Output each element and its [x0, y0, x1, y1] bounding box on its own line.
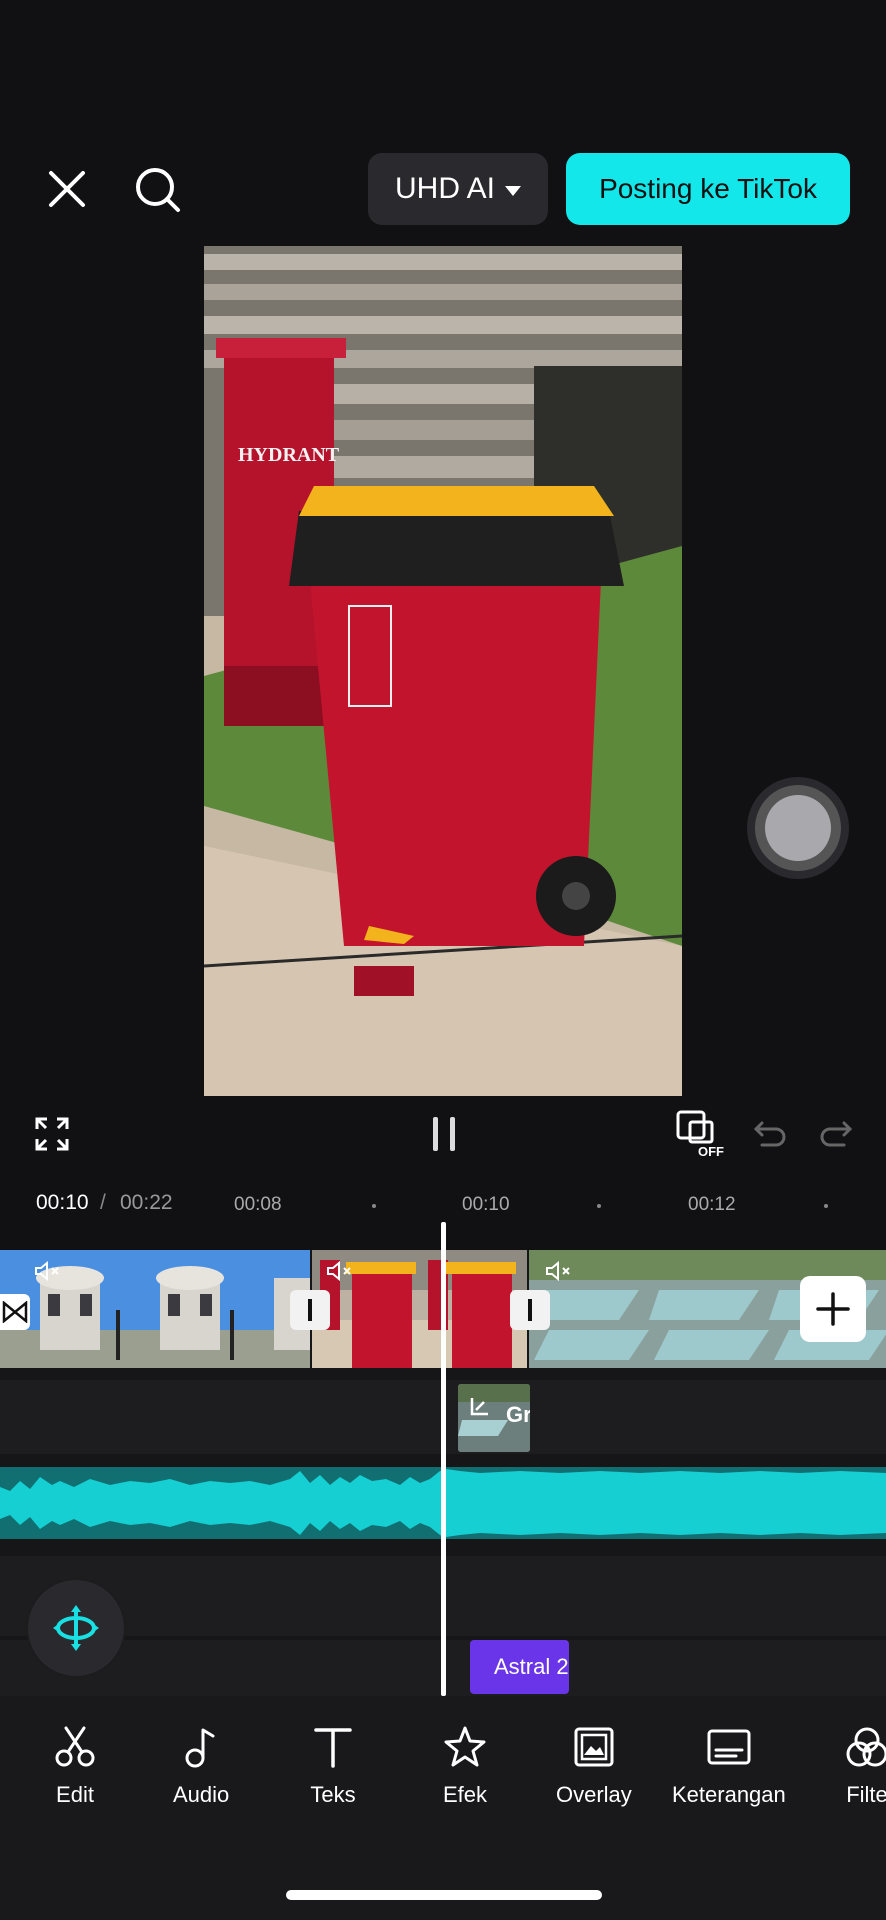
toolbar-item-text[interactable]: Teks [310, 1724, 356, 1808]
video-clip[interactable] [312, 1250, 527, 1368]
ruler-tick-label: 00:10 [462, 1194, 510, 1215]
transition-button[interactable] [0, 1294, 30, 1330]
time-separator: / [100, 1191, 106, 1214]
overlay-clip[interactable]: Gr [458, 1384, 530, 1452]
redo-button[interactable] [816, 1114, 856, 1152]
undo-button[interactable] [750, 1114, 790, 1152]
transition-bar-icon [308, 1299, 312, 1321]
quality-dropdown[interactable]: UHD AI [368, 153, 548, 225]
undo-icon [753, 1121, 786, 1147]
snap-off-icon: OFF [676, 1110, 724, 1159]
overlay-icon [574, 1727, 614, 1767]
overlay-clip-label: Gr [506, 1402, 530, 1427]
snap-toggle[interactable]: OFF [674, 1108, 730, 1160]
captions-icon [707, 1729, 751, 1765]
preview-frame-image: HYDRANT [204, 246, 682, 1096]
ruler-tick-label: 00:08 [234, 1194, 282, 1215]
post-to-tiktok-button[interactable]: Posting ke TikTok [566, 153, 850, 225]
search-icon [136, 168, 180, 212]
toolbar-item-label: Audio [173, 1782, 230, 1807]
add-clip-button[interactable] [800, 1276, 866, 1342]
transition-bar-icon [528, 1299, 532, 1321]
pause-bar-right [450, 1117, 455, 1151]
toolbar-item-label: Efek [442, 1782, 488, 1807]
ruler-tick-dot [372, 1204, 376, 1208]
effect-clip-label: Astral 2 [494, 1654, 569, 1679]
music-note-icon [185, 1728, 215, 1768]
ruler-tick-dot [824, 1204, 828, 1208]
total-time: 00:22 [120, 1191, 173, 1214]
filter-icon [846, 1727, 886, 1767]
effects-star-icon [444, 1726, 486, 1767]
ruler-tick-label: 00:12 [688, 1194, 736, 1215]
toolbar-item-label: Edit [56, 1782, 94, 1807]
toolbar-item-edit[interactable]: Edit [52, 1724, 98, 1808]
mute-icon [546, 1260, 570, 1282]
keyframe-move-icon [53, 1605, 99, 1651]
video-preview[interactable]: HYDRANT [204, 246, 682, 1096]
toolbar-item-label: Keterangan [672, 1782, 786, 1807]
close-button[interactable] [38, 160, 96, 218]
toolbar-item-filter[interactable]: Filte [844, 1724, 886, 1808]
ruler-tick-dot [597, 1204, 601, 1208]
keyframe-button[interactable] [28, 1580, 124, 1676]
post-label: Posting ke TikTok [599, 173, 817, 204]
toolbar-item-label: Teks [310, 1782, 356, 1807]
transition-button[interactable] [290, 1290, 330, 1330]
chevron-down-icon [505, 186, 522, 196]
current-time: 00:10 [36, 1191, 89, 1214]
plus-icon [816, 1292, 850, 1326]
effect-clip[interactable]: Astral 2 [470, 1640, 569, 1694]
pause-bar-left [433, 1117, 438, 1151]
mute-icon [327, 1260, 351, 1282]
mute-icon [35, 1260, 59, 1282]
record-dot [765, 795, 831, 861]
transition-button[interactable] [510, 1290, 550, 1330]
record-button[interactable] [747, 777, 849, 879]
toolbar-item-label: Filte [846, 1782, 886, 1807]
home-indicator[interactable] [286, 1890, 602, 1900]
playhead[interactable] [441, 1222, 446, 1696]
toolbar-item-effects[interactable]: Efek [442, 1724, 488, 1808]
toolbar-item-label: Overlay [556, 1782, 632, 1807]
video-clip[interactable] [0, 1250, 310, 1368]
search-button[interactable] [128, 160, 188, 220]
record-ring [755, 785, 841, 871]
fullscreen-icon [35, 1117, 69, 1151]
toolbar-item-captions[interactable]: Keterangan [672, 1724, 786, 1808]
bowtie-transition-icon [2, 1301, 28, 1323]
scissors-icon [55, 1726, 95, 1767]
close-icon [49, 171, 85, 207]
redo-icon [820, 1121, 853, 1147]
fullscreen-button[interactable] [30, 1112, 74, 1156]
toolbar-item-audio[interactable]: Audio [173, 1724, 229, 1808]
quality-label: UHD AI [394, 172, 496, 205]
pause-button[interactable] [424, 1112, 464, 1156]
toolbar-item-overlay[interactable]: Overlay [556, 1724, 632, 1808]
svg-text:HYDRANT: HYDRANT [238, 444, 340, 466]
svg-text:OFF: OFF [698, 1144, 724, 1159]
text-icon [314, 1728, 352, 1768]
